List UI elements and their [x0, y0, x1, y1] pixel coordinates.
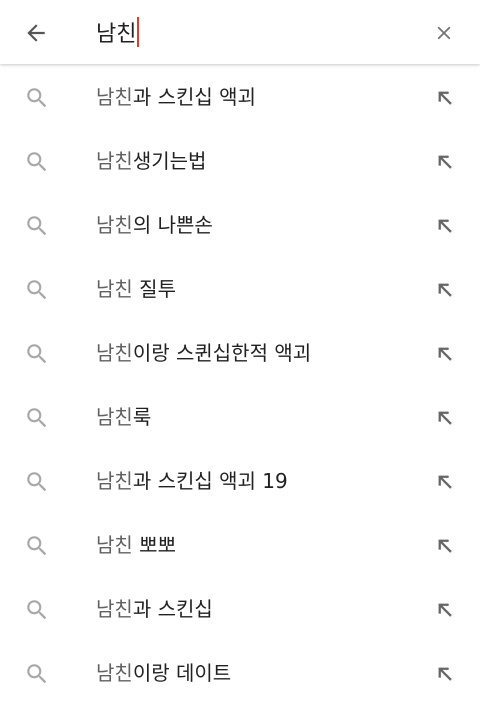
suggestion-matched-prefix: 남친 [96, 597, 133, 621]
suggestion-completion: 이랑 데이트 [132, 661, 232, 685]
search-icon [27, 408, 47, 428]
suggestion-list: 남친과 스킨십 액괴 남친생기는법 남친의 나쁜손 남친 질투 남친이랑 스퀸십한적 액… [0, 65, 480, 705]
arrow-up-left-icon [438, 539, 452, 553]
suggestion-item[interactable]: 남친 질투 [0, 257, 480, 321]
arrow-up-left-icon [438, 219, 452, 233]
arrow-up-left-icon [438, 283, 452, 297]
arrow-up-left-icon [438, 347, 452, 361]
fill-query-button[interactable] [432, 533, 458, 559]
back-button[interactable] [20, 17, 52, 49]
search-icon [27, 152, 47, 172]
suggestion-item[interactable]: 남친이랑 데이트 [0, 641, 480, 705]
suggestion-text: 남친의 나쁜손 [96, 211, 213, 239]
search-icon [27, 664, 47, 684]
suggestion-item[interactable]: 남친생기는법 [0, 129, 480, 193]
search-bar: 남친 [0, 0, 480, 64]
suggestion-completion: 룩 [132, 405, 152, 429]
suggestion-matched-prefix: 남친 [96, 533, 133, 557]
suggestion-completion: 의 나쁜손 [132, 213, 213, 237]
fill-query-button[interactable] [432, 341, 458, 367]
search-icon [27, 600, 47, 620]
suggestion-text: 남친생기는법 [96, 147, 206, 175]
suggestion-matched-prefix: 남친 [96, 277, 133, 301]
clear-button[interactable] [428, 17, 460, 49]
fill-query-button[interactable] [432, 469, 458, 495]
arrow-up-left-icon [438, 155, 452, 169]
suggestion-text: 남친룩 [96, 403, 151, 431]
fill-query-button[interactable] [432, 597, 458, 623]
fill-query-button[interactable] [432, 213, 458, 239]
fill-query-button[interactable] [432, 661, 458, 687]
search-icon [27, 472, 47, 492]
search-icon [27, 280, 47, 300]
suggestion-text: 남친과 스킨십 [96, 595, 213, 623]
suggestion-matched-prefix: 남친 [96, 213, 133, 237]
suggestion-completion: 과 스킨십 액괴 19 [132, 469, 288, 493]
arrow-up-left-icon [438, 91, 452, 105]
suggestion-text: 남친과 스킨십 액괴 19 [96, 467, 288, 495]
fill-query-button[interactable] [432, 149, 458, 175]
search-icon [27, 88, 47, 108]
suggestion-completion: 이랑 스퀸십한적 액괴 [132, 341, 312, 365]
suggestion-item[interactable]: 남친과 스킨십 액괴 [0, 65, 480, 129]
search-icon [27, 216, 47, 236]
arrow-up-left-icon [438, 475, 452, 489]
suggestion-item[interactable]: 남친의 나쁜손 [0, 193, 480, 257]
suggestion-matched-prefix: 남친 [96, 149, 133, 173]
suggestion-completion: 뽀뽀 [132, 533, 176, 557]
suggestion-completion: 질투 [132, 277, 176, 301]
suggestion-item[interactable]: 남친과 스킨십 액괴 19 [0, 449, 480, 513]
search-icon [27, 344, 47, 364]
suggestion-item[interactable]: 남친 뽀뽀 [0, 513, 480, 577]
text-caret [137, 17, 140, 47]
suggestion-item[interactable]: 남친과 스킨십 [0, 577, 480, 641]
suggestion-text: 남친이랑 데이트 [96, 659, 231, 687]
arrow-up-left-icon [438, 603, 452, 617]
arrow-up-left-icon [438, 667, 452, 681]
fill-query-button[interactable] [432, 405, 458, 431]
fill-query-button[interactable] [432, 85, 458, 111]
suggestion-matched-prefix: 남친 [96, 341, 133, 365]
search-icon [27, 536, 47, 556]
suggestion-completion: 생기는법 [132, 149, 207, 173]
suggestion-completion: 과 스킨십 [132, 597, 213, 621]
suggestion-matched-prefix: 남친 [96, 85, 133, 109]
suggestion-text: 남친과 스킨십 액괴 [96, 83, 256, 111]
suggestion-text: 남친이랑 스퀸십한적 액괴 [96, 339, 311, 367]
suggestion-item[interactable]: 남친룩 [0, 385, 480, 449]
close-icon [437, 26, 451, 40]
arrow-up-left-icon [438, 411, 452, 425]
suggestion-text: 남친 뽀뽀 [96, 531, 176, 559]
suggestion-text: 남친 질투 [96, 275, 176, 303]
suggestion-matched-prefix: 남친 [96, 469, 133, 493]
suggestion-matched-prefix: 남친 [96, 661, 133, 685]
suggestion-completion: 과 스킨십 액괴 [132, 85, 256, 109]
suggestion-matched-prefix: 남친 [96, 405, 133, 429]
suggestion-item[interactable]: 남친이랑 스퀸십한적 액괴 [0, 321, 480, 385]
search-input[interactable]: 남친 [96, 14, 140, 50]
arrow-back-icon [27, 24, 45, 42]
fill-query-button[interactable] [432, 277, 458, 303]
search-query-text: 남친 [96, 22, 137, 47]
